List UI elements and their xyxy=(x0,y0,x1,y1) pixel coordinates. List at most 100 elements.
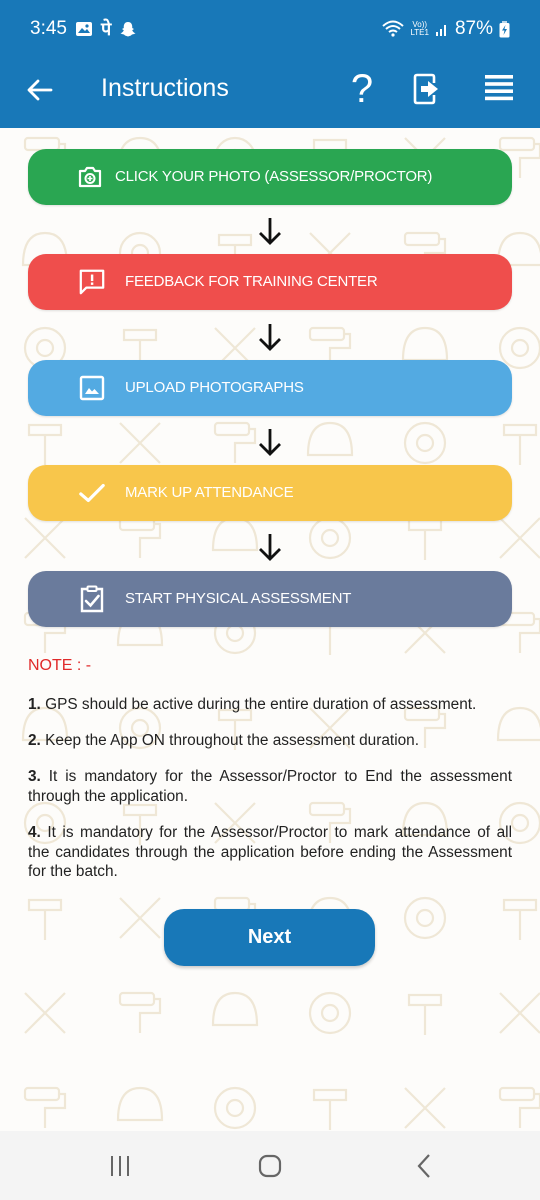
background-tool-icon xyxy=(502,423,538,465)
app-bar: 3:45 पे Vo)) LTE1 87% Instructions ? xyxy=(0,0,540,128)
background-tool-icon xyxy=(116,1086,164,1122)
background-tool-icon xyxy=(415,908,435,928)
logout-button[interactable] xyxy=(412,72,448,108)
background-tool-icon xyxy=(401,326,449,362)
note-item: 2. Keep the App ON throughout the assess… xyxy=(28,731,512,751)
note-number: 4. xyxy=(28,824,41,841)
background-tool-icon xyxy=(308,326,346,342)
home-icon xyxy=(258,1154,282,1178)
battery-percent: 87% xyxy=(454,18,493,39)
background-tool-icon xyxy=(35,338,55,358)
background-tool-icon xyxy=(213,421,251,437)
background-tool-icon xyxy=(119,897,161,939)
back-arrow-icon xyxy=(27,79,53,101)
background-tool-icon xyxy=(211,516,259,552)
background-tool-icon xyxy=(510,813,530,833)
background-tool-icon xyxy=(24,992,66,1034)
background-tool-icon xyxy=(407,993,443,1035)
background-tool-icon xyxy=(312,1088,348,1130)
step-start-assessment-button[interactable]: START PHYSICAL ASSESSMENT xyxy=(28,571,512,627)
recents-button[interactable] xyxy=(100,1151,140,1181)
note-item: 1. GPS should be active during the entir… xyxy=(28,695,512,715)
toolbar: Instructions ? xyxy=(0,58,540,120)
background-tool-icon xyxy=(510,338,530,358)
background-tool-icon xyxy=(498,136,536,152)
system-back-button[interactable] xyxy=(404,1151,444,1181)
back-button[interactable] xyxy=(22,72,58,108)
background-tool-icon xyxy=(225,1098,245,1118)
feedback-icon xyxy=(78,268,106,296)
background-tool-icon xyxy=(498,326,540,370)
help-button[interactable]: ? xyxy=(342,66,382,112)
battery-charging-icon xyxy=(499,20,510,38)
background-tool-icon xyxy=(27,898,63,940)
step-feedback-button[interactable]: FEEDBACK FOR TRAINING CENTER xyxy=(28,254,512,310)
logout-icon xyxy=(413,73,438,105)
wifi-icon xyxy=(382,20,405,38)
background-tool-icon xyxy=(498,1086,536,1102)
background-tool-icon xyxy=(499,517,540,559)
background-tool-icon xyxy=(518,617,540,653)
arrow-down-icon xyxy=(259,218,281,245)
background-tool-icon xyxy=(119,422,161,464)
background-tool-icon xyxy=(308,516,352,560)
background-tool-icon xyxy=(23,1086,61,1102)
checkmark-icon xyxy=(78,479,106,507)
background-tool-icon xyxy=(306,421,354,457)
arrow-down-icon xyxy=(259,534,281,561)
background-tool-icon xyxy=(518,1092,540,1128)
background-tool-icon xyxy=(404,1087,446,1129)
background-tool-icon xyxy=(308,991,352,1035)
back-chevron-icon xyxy=(417,1154,430,1178)
note-text: GPS should be active during the entire d… xyxy=(40,696,477,713)
arrow-down-icon xyxy=(259,324,281,351)
snapchat-icon xyxy=(119,20,137,38)
devanagari-app-icon: पे xyxy=(100,19,112,40)
note-title: NOTE : - xyxy=(28,657,92,674)
background-tool-icon xyxy=(43,1092,67,1128)
recents-icon xyxy=(111,1156,129,1176)
background-tool-icon xyxy=(27,423,63,465)
note-number: 2. xyxy=(28,732,41,749)
image-icon xyxy=(78,374,106,402)
background-tool-icon xyxy=(403,896,447,940)
note-text: Keep the App ON throughout the assessmen… xyxy=(40,732,420,749)
status-time: 3:45 xyxy=(30,18,67,39)
background-tool-icon xyxy=(213,1086,257,1130)
note-item: 4. It is mandatory for the Assessor/Proc… xyxy=(28,823,512,882)
status-bar: 3:45 पे Vo)) LTE1 87% xyxy=(0,0,540,58)
background-tool-icon xyxy=(407,518,443,560)
background-tool-icon xyxy=(403,231,441,247)
note-item: 3. It is mandatory for the Assessor/Proc… xyxy=(28,767,512,806)
background-tool-icon xyxy=(118,991,156,1007)
background-tool-icon xyxy=(403,421,447,465)
background-tool-icon xyxy=(415,433,435,453)
page-title: Instructions xyxy=(101,74,229,102)
arrow-down-icon xyxy=(259,429,281,456)
background-tool-icon xyxy=(320,1003,340,1023)
menu-icon xyxy=(485,75,513,101)
background-tool-icon xyxy=(225,623,245,643)
menu-button[interactable] xyxy=(484,74,520,108)
step-upload-photos-button[interactable]: UPLOAD PHOTOGRAPHS xyxy=(28,360,512,416)
step-click-photo-button[interactable]: CLICK YOUR PHOTO (ASSESSOR/PROCTOR) xyxy=(28,149,512,205)
background-tool-icon xyxy=(211,991,259,1027)
background-tool-icon xyxy=(138,997,162,1033)
background-tool-icon xyxy=(320,528,340,548)
background-tool-icon xyxy=(138,522,162,558)
note-number: 1. xyxy=(28,696,41,713)
step-label: CLICK YOUR PHOTO (ASSESSOR/PROCTOR) xyxy=(115,168,433,185)
next-button[interactable]: Next xyxy=(164,909,375,966)
step-label: UPLOAD PHOTOGRAPHS xyxy=(125,379,304,396)
step-label: MARK UP ATTENDANCE xyxy=(125,484,294,501)
system-nav-bar xyxy=(0,1131,540,1200)
step-mark-attendance-button[interactable]: MARK UP ATTENDANCE xyxy=(28,465,512,521)
background-tool-icon xyxy=(518,142,540,178)
background-tool-icon xyxy=(499,992,540,1034)
home-button[interactable] xyxy=(250,1151,290,1181)
camera-icon xyxy=(76,163,104,191)
signal-icon xyxy=(435,21,449,37)
note-text: It is mandatory for the Assessor/Proctor… xyxy=(28,768,512,805)
step-label: FEEDBACK FOR TRAINING CENTER xyxy=(125,273,378,290)
help-icon: ? xyxy=(350,67,374,111)
